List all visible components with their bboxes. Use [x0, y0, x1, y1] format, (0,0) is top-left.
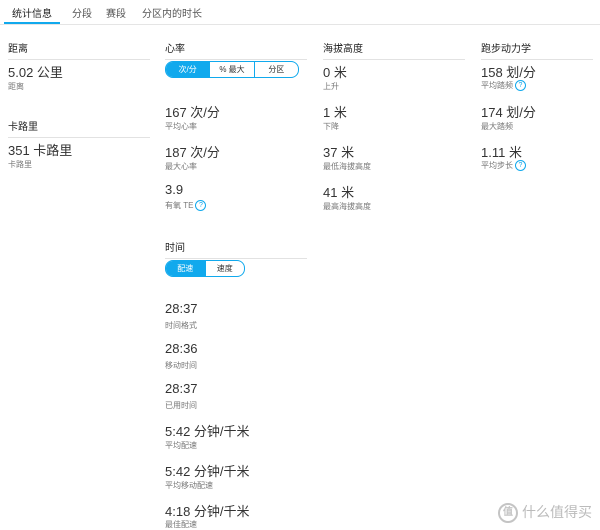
watermark: 值什么值得买 [498, 502, 592, 523]
elevation-title: 海拔高度 [323, 44, 363, 55]
moving-time-label: 移动时间 [165, 361, 197, 370]
help-icon[interactable]: ? [515, 80, 526, 92]
moving-time-value: 28:36 [165, 341, 198, 356]
heart-rate-unit-toggle: 次/分 % 最大 分区 [165, 61, 299, 78]
elapsed-time-value: 28:37 [165, 381, 198, 396]
heart-rate-section: 心率 [165, 40, 307, 60]
best-pace-value: 4:18 分钟/千米 [165, 504, 250, 519]
running-dynamics-section: 跑步动力学 [481, 40, 593, 60]
help-icon[interactable]: ? [195, 200, 207, 212]
avg-cadence-label-row: 平均踏频? [481, 80, 526, 92]
max-hr-label: 最大心率 [165, 162, 197, 171]
toggle-percent-max[interactable]: % 最大 [209, 62, 253, 77]
max-elevation-value: 41 米 [323, 185, 355, 200]
divider [481, 59, 593, 60]
heart-rate-title: 心率 [165, 44, 185, 55]
calories-label: 卡路里 [8, 160, 32, 169]
avg-stride-label: 平均步长 [481, 161, 513, 170]
aerobic-te-label: 有氧 TE [165, 201, 194, 210]
avg-stride-label-row: 平均步长? [481, 160, 526, 172]
tab-time-in-zones[interactable]: 分区内的时长 [142, 5, 202, 20]
tab-segments[interactable]: 赛段 [106, 5, 126, 20]
toggle-speed[interactable]: 速度 [204, 261, 245, 276]
aerobic-te-value: 3.9 [165, 182, 184, 197]
descent-label: 下降 [323, 122, 339, 131]
elevation-section: 海拔高度 [323, 40, 465, 60]
ascent-value: 0 米 [323, 65, 347, 80]
avg-cadence-value: 158 划/分 [481, 65, 536, 80]
avg-moving-pace-value: 5:42 分钟/千米 [165, 464, 250, 479]
time-label: 时间格式 [165, 321, 197, 330]
ascent-label: 上升 [323, 82, 339, 91]
time-value: 28:37 [165, 301, 198, 316]
avg-pace-label: 平均配速 [165, 441, 197, 450]
toggle-pace[interactable]: 配速 [166, 261, 205, 276]
avg-hr-label: 平均心率 [165, 122, 197, 131]
pace-speed-toggle: 配速 速度 [165, 260, 245, 277]
distance-title: 距离 [8, 44, 28, 55]
watermark-text: 什么值得买 [522, 503, 592, 520]
avg-moving-pace-label: 平均移动配速 [165, 481, 213, 490]
divider [8, 137, 150, 138]
distance-label: 距离 [8, 82, 24, 91]
aerobic-te-label-row: 有氧 TE? [165, 200, 207, 212]
max-cadence-label: 最大踏频 [481, 122, 513, 131]
active-tab-indicator [4, 22, 60, 24]
avg-cadence-label: 平均踏频 [481, 81, 513, 90]
elapsed-time-label: 已用时间 [165, 401, 197, 410]
divider [323, 59, 465, 60]
avg-pace-value: 5:42 分钟/千米 [165, 424, 250, 439]
max-hr-value: 187 次/分 [165, 145, 220, 160]
toggle-bpm[interactable]: 次/分 [166, 62, 210, 77]
divider [165, 59, 307, 60]
calories-section: 卡路里 [8, 118, 150, 138]
help-icon[interactable]: ? [515, 160, 526, 172]
tab-stats[interactable]: 统计信息 [12, 5, 52, 20]
divider [165, 258, 307, 259]
toggle-zones[interactable]: 分区 [253, 62, 298, 77]
calories-title: 卡路里 [8, 122, 38, 133]
max-cadence-value: 174 划/分 [481, 105, 536, 120]
tab-splits[interactable]: 分段 [72, 5, 92, 20]
time-section: 时间 [165, 239, 307, 259]
min-elevation-value: 37 米 [323, 145, 355, 160]
running-dynamics-title: 跑步动力学 [481, 44, 531, 55]
watermark-logo-icon: 值 [498, 503, 518, 523]
min-elevation-label: 最低海拔高度 [323, 162, 371, 171]
best-pace-label: 最佳配速 [165, 520, 197, 529]
time-title: 时间 [165, 243, 185, 254]
avg-stride-value: 1.11 米 [481, 145, 522, 160]
avg-hr-value: 167 次/分 [165, 105, 220, 120]
descent-value: 1 米 [323, 105, 347, 120]
calories-value: 351 卡路里 [8, 143, 73, 158]
divider [8, 59, 150, 60]
tab-bar: 统计信息 分段 赛段 分区内的时长 [0, 0, 600, 25]
max-elevation-label: 最高海拔高度 [323, 202, 371, 211]
distance-value: 5.02 公里 [8, 65, 63, 80]
distance-section: 距离 [8, 40, 150, 60]
